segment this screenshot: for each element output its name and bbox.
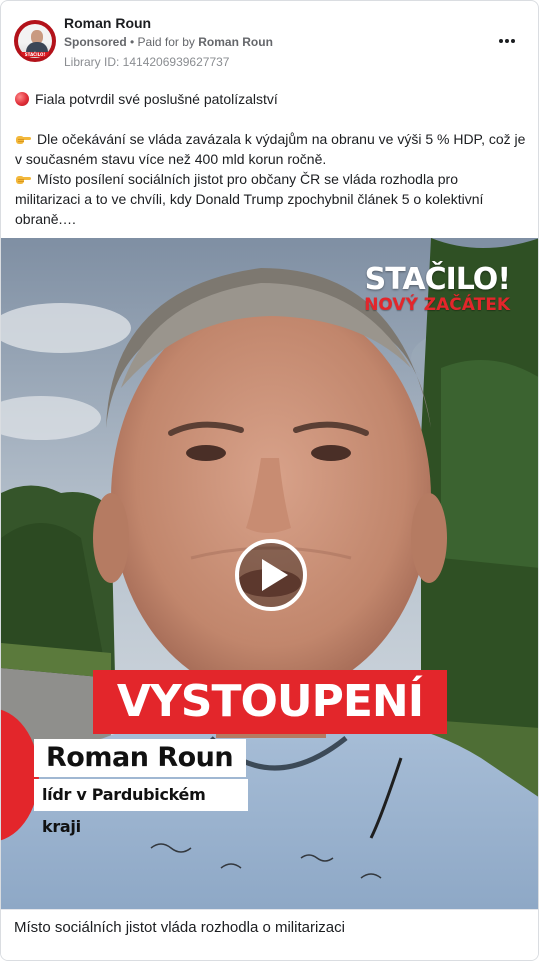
payer-link[interactable]: Roman Roun (198, 35, 273, 49)
pointing-hand-icon (15, 173, 31, 185)
pointing-hand-icon (15, 133, 31, 145)
post-header: STAČILO! Roman Roun Sponsored • Paid for… (1, 1, 538, 77)
body-text-1: Fiala potvrdil své poslušné patolízalstv… (35, 91, 278, 107)
video-player[interactable]: STAČILO! NOVÝ ZAČÁTEK VYSTOUPENÍ Roman R… (1, 238, 538, 909)
play-icon (261, 559, 288, 591)
body-paragraph-3: Místo posílení sociálních jistot pro obč… (15, 169, 527, 229)
red-circle-icon (15, 92, 29, 106)
library-id: Library ID: 1414206939627737 (64, 55, 230, 69)
page-name-link[interactable]: Roman Roun (64, 15, 151, 31)
video-caption[interactable]: Místo sociálních jistot vláda rozhodla o… (14, 919, 345, 936)
separator-dot: • (126, 35, 138, 49)
more-horizontal-icon-dot (505, 39, 509, 43)
speaker-name: Roman Roun (34, 739, 246, 777)
sponsored-label: Sponsored (64, 35, 127, 49)
ad-card: STAČILO! Roman Roun Sponsored • Paid for… (0, 0, 539, 961)
paid-for-by-label: Paid for by (137, 35, 199, 49)
body-paragraph-2: Dle očekávání se vláda zavázala k výdajů… (15, 129, 527, 169)
speaker-role: lídr v Pardubickém kraji (34, 779, 248, 836)
sponsor-line: Sponsored • Paid for by Roman Roun (64, 35, 273, 49)
more-horizontal-icon (499, 39, 503, 43)
video-caption-bar[interactable]: Místo sociálních jistot vláda rozhodla o… (1, 909, 538, 960)
body-text-3: Místo posílení sociálních jistot pro obč… (15, 171, 484, 227)
brand-sub-text: NOVÝ ZAČÁTEK (364, 295, 510, 315)
body-paragraph-1: Fiala potvrdil své poslušné patolízalstv… (15, 89, 527, 109)
video-banner-title: VYSTOUPENÍ (93, 670, 447, 734)
brand-logo: STAČILO! NOVÝ ZAČÁTEK (364, 262, 511, 315)
more-options-button[interactable] (493, 31, 521, 51)
body-text-2: Dle očekávání se vláda zavázala k výdajů… (15, 131, 526, 167)
avatar-badge: STAČILO! (21, 52, 49, 57)
play-button[interactable] (235, 539, 307, 611)
post-body: Fiala potvrdil své poslušné patolízalstv… (15, 89, 527, 229)
brand-main-text: STAČILO! (364, 262, 511, 297)
page-avatar[interactable]: STAČILO! (14, 20, 56, 62)
more-horizontal-icon-dot (511, 39, 515, 43)
